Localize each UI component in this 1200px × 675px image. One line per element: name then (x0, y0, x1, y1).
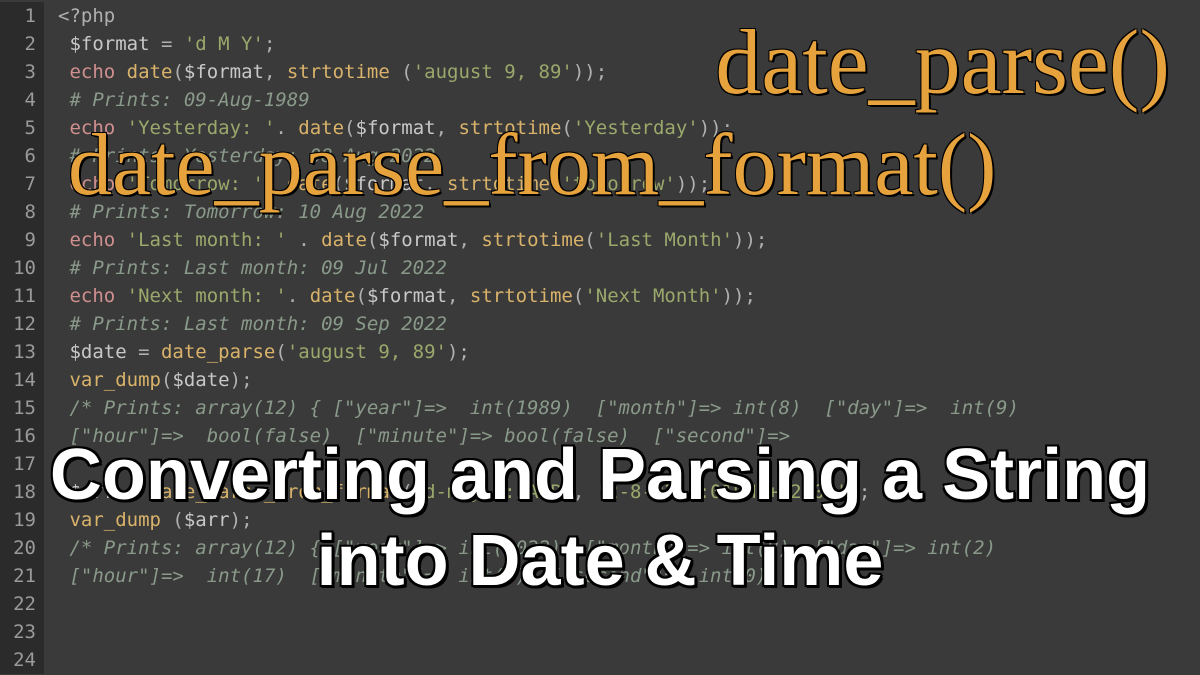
code-line (58, 646, 1019, 674)
line-number: 16 (4, 422, 36, 450)
line-number: 7 (4, 170, 36, 198)
code-line: echo date($format, strtotime ('august 9,… (58, 58, 1019, 86)
line-number: 20 (4, 534, 36, 562)
code-line: # Prints: Last month: 09 Sep 2022 (58, 310, 1019, 338)
code-line: echo 'Last month: ' . date($format, strt… (58, 226, 1019, 254)
line-number: 18 (4, 478, 36, 506)
line-number: 5 (4, 114, 36, 142)
code-line: # Prints: Tomorrow: 10 Aug 2022 (58, 198, 1019, 226)
code-line: # Prints: Yesterday: 08 Aug 2022 (58, 142, 1019, 170)
code-line: # Prints: 09-Aug-1989 (58, 86, 1019, 114)
code-line: $date = date_parse('august 9, 89'); (58, 338, 1019, 366)
line-number: 14 (4, 366, 36, 394)
line-number: 2 (4, 30, 36, 58)
code-line: ["hour"]=> int(17) ["minute"]=> int(1) [… (58, 562, 1019, 590)
line-number: 1 (4, 2, 36, 30)
code-line: ["hour"]=> bool(false) ["minute"]=> bool… (58, 422, 1019, 450)
code-line: /* Prints: array(12) { ["year"]=> int(19… (58, 394, 1019, 422)
code-line: $format = 'd M Y'; (58, 30, 1019, 58)
code-line: var_dump ($arr); (58, 506, 1019, 534)
line-number: 19 (4, 506, 36, 534)
line-number: 24 (4, 646, 36, 674)
code-line (58, 618, 1019, 646)
line-number: 12 (4, 310, 36, 338)
line-number: 6 (4, 142, 36, 170)
code-line (58, 590, 1019, 618)
code-line: <?php (58, 2, 1019, 30)
line-number: 11 (4, 282, 36, 310)
line-number: 8 (4, 198, 36, 226)
line-number: 9 (4, 226, 36, 254)
code-content: <?php $format = 'd M Y'; echo date($form… (44, 2, 1019, 674)
line-number-gutter: 1 2 3 4 5 6 7 8 9 10 11 12 13 14 15 16 1… (0, 2, 44, 674)
code-line: echo 'Next month: '. date($format, strto… (58, 282, 1019, 310)
line-number: 13 (4, 338, 36, 366)
code-line: echo 'Tomorrow: '. date($format, strtoti… (58, 170, 1019, 198)
line-number: 21 (4, 562, 36, 590)
code-editor: 1 2 3 4 5 6 7 8 9 10 11 12 13 14 15 16 1… (0, 0, 1200, 674)
code-line: var_dump($date); (58, 366, 1019, 394)
code-line: /* Prints: array(12) { ["year"]=> int(20… (58, 534, 1019, 562)
code-line (58, 450, 1019, 478)
line-number: 4 (4, 86, 36, 114)
line-number: 10 (4, 254, 36, 282)
code-line: echo 'Yesterday: '. date($format, strtot… (58, 114, 1019, 142)
code-line: $arr = date_parse_from_format('d-m-y h:i… (58, 478, 1019, 506)
line-number: 23 (4, 618, 36, 646)
line-number: 15 (4, 394, 36, 422)
line-number: 17 (4, 450, 36, 478)
line-number: 22 (4, 590, 36, 618)
code-line: # Prints: Last month: 09 Jul 2022 (58, 254, 1019, 282)
line-number: 3 (4, 58, 36, 86)
